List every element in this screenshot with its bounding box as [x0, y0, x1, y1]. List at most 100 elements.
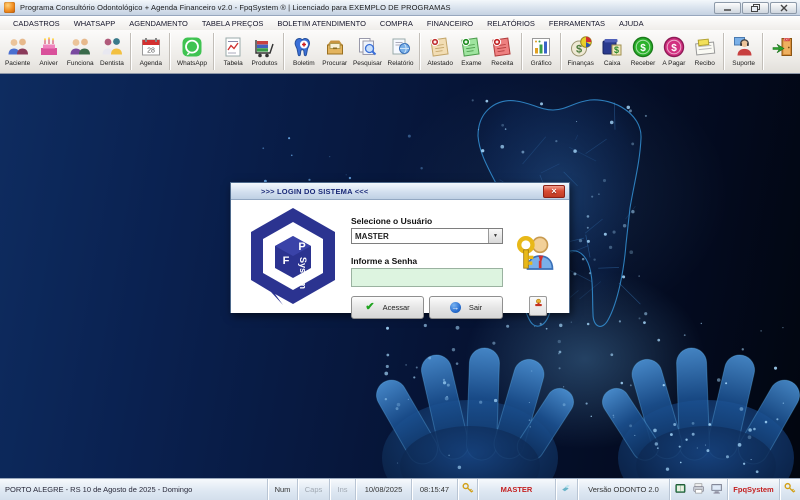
login-dialog-titlebar[interactable]: >>> LOGIN DO SISTEMA <<< ×	[231, 183, 569, 200]
toolbar-button-atestado[interactable]: Atestado	[424, 31, 456, 72]
application-window: Programa Consultório Odontológico + Agen…	[0, 0, 800, 500]
monitor-icon[interactable]	[710, 482, 724, 498]
status-time: 08:15:47	[412, 479, 458, 500]
key-icon	[458, 479, 478, 500]
svg-text:$: $	[671, 43, 677, 54]
birthday-icon	[36, 34, 61, 59]
toolbar-button-exame[interactable]: Exame	[456, 31, 487, 72]
restore-button[interactable]	[742, 2, 769, 14]
toolbar-button-procurar[interactable]: Procurar	[319, 31, 350, 72]
toolbar-button-produtos[interactable]: Produtos	[249, 31, 281, 72]
toolbar-label: Dentista	[100, 60, 124, 67]
close-button[interactable]	[770, 2, 797, 14]
toolbar-label: Paciente	[5, 60, 30, 67]
status-tools	[670, 479, 728, 500]
menu-item-tabela-pre-os[interactable]: TABELA PREÇOS	[195, 18, 271, 29]
toolbar-button-tabela[interactable]: Tabela	[218, 31, 249, 72]
toolbar-button-exit-door-icon[interactable]: EXIT	[767, 31, 798, 72]
menu-bar: CADASTROSWHATSAPPAGENDAMENTOTABELA PREÇO…	[0, 17, 800, 30]
exit-door-icon: EXIT	[770, 34, 795, 59]
user-select-label: Selecione o Usuário	[351, 216, 432, 226]
toolbar-button-whatsapp[interactable]: WhatsApp	[174, 31, 209, 72]
user-select-combobox[interactable]: MASTER ▼	[351, 228, 503, 244]
status-version: Versão ODONTO 2.0	[578, 479, 670, 500]
toolbar-label: Pesquisar	[353, 60, 382, 67]
toolbar-button-pesquisar[interactable]: Pesquisar	[350, 31, 384, 72]
toolbar-label: Atestado	[427, 60, 453, 67]
note-green-icon	[459, 34, 484, 59]
toolbar-button-receber[interactable]: $Receber	[628, 31, 659, 72]
menu-item-whatsapp[interactable]: WHATSAPP	[67, 18, 123, 29]
chevron-down-icon[interactable]: ▼	[488, 229, 502, 243]
login-close-button[interactable]: ×	[543, 185, 565, 198]
app-logo-icon	[4, 2, 15, 13]
toolbar-button-funciona[interactable]: Funciona	[64, 31, 96, 72]
report-icon	[388, 34, 413, 59]
toolbar-button-dentista[interactable]: Dentista	[97, 31, 128, 72]
dentist-icon	[99, 34, 124, 59]
toolbar-button-caixa[interactable]: $Caixa	[597, 31, 628, 72]
login-dialog: >>> LOGIN DO SISTEMA <<< × P F System Se…	[230, 182, 570, 313]
toolbar-button-aniver[interactable]: Aniver	[33, 31, 64, 72]
toolbar-label: Recibo	[695, 60, 715, 67]
search-docs-icon	[355, 34, 380, 59]
password-label: Informe a Senha	[351, 256, 417, 266]
toolbar-button-paciente[interactable]: Paciente	[2, 31, 33, 72]
change-password-button[interactable]	[529, 296, 547, 316]
toolbar-label: Receita	[491, 60, 513, 67]
toolbar-button-agenda[interactable]: 28 Agenda	[135, 31, 166, 72]
menu-item-agendamento[interactable]: AGENDAMENTO	[122, 18, 195, 29]
menu-item-relat-rios[interactable]: RELATÓRIOS	[480, 18, 542, 29]
toolbar-separator	[560, 33, 562, 70]
toolbar-button-recibo[interactable]: Recibo	[689, 31, 720, 72]
toolbar-label: Funciona	[67, 60, 94, 67]
toolbar-label: Boletim	[293, 60, 315, 67]
password-input[interactable]	[351, 268, 503, 287]
window-title: Programa Consultório Odontológico + Agen…	[20, 3, 451, 12]
svg-text:F: F	[283, 255, 290, 267]
toolbar-separator	[283, 33, 285, 70]
toolbar-separator	[723, 33, 725, 70]
coin-green-icon: $	[631, 34, 656, 59]
arrow-circle-icon: →	[450, 302, 461, 313]
toolbar-label: Aniver	[39, 60, 57, 67]
note-tan-icon	[428, 34, 453, 59]
user-select-value: MASTER	[352, 232, 488, 241]
menu-item-cadastros[interactable]: CADASTROS	[6, 18, 67, 29]
receipt-icon	[692, 34, 717, 59]
coin-pink-icon: $	[661, 34, 686, 59]
toolbar-label: Receber	[631, 60, 656, 67]
toolbar-button-suporte[interactable]: Suporte	[728, 31, 759, 72]
toolbar-button-relat-rio[interactable]: Relatório	[385, 31, 417, 72]
menu-item-ferramentas[interactable]: FERRAMENTAS	[542, 18, 612, 29]
toolbar-button-boletim[interactable]: Boletim	[288, 31, 319, 72]
printer-icon[interactable]	[692, 482, 706, 498]
toolbar: Paciente Aniver Funciona Dentista 28 Agenda Wh…	[0, 30, 800, 74]
toolbar-button-finan-as[interactable]: $Finanças	[565, 31, 597, 72]
note-red-icon	[490, 34, 515, 59]
menu-item-ajuda[interactable]: AJUDA	[612, 18, 651, 29]
status-location: PORTO ALEGRE - RS 10 de Agosto de 2025 -…	[0, 479, 268, 500]
menu-item-compra[interactable]: COMPRA	[373, 18, 420, 29]
key-icon	[780, 479, 800, 500]
toolbar-button-receita[interactable]: Receita	[487, 31, 518, 72]
access-button[interactable]: ✔ Acessar	[351, 296, 424, 319]
change-password-icon	[532, 297, 545, 316]
checkmark-icon: ✔	[365, 302, 374, 313]
toolbar-button-a-pagar[interactable]: $A Pagar	[658, 31, 689, 72]
toolbar-label: Agenda	[140, 60, 162, 67]
exit-button[interactable]: → Sair	[429, 296, 503, 319]
book-icon[interactable]	[674, 482, 688, 498]
tooth-bulletin-icon	[291, 34, 316, 59]
menu-item-boletim-atendimento[interactable]: BOLETIM ATENDIMENTO	[270, 18, 372, 29]
toolbar-label: Procurar	[322, 60, 347, 67]
minimize-button[interactable]	[714, 2, 741, 14]
status-brand: FpqSystem	[728, 479, 780, 500]
toolbar-button-gr-fico[interactable]: Gráfico	[526, 31, 557, 72]
fpqsystem-logo: P F System	[245, 206, 341, 308]
svg-text:28: 28	[147, 47, 155, 54]
menu-item-financeiro[interactable]: FINANCEIRO	[420, 18, 480, 29]
patients-icon	[5, 34, 30, 59]
cashbox-icon: $	[600, 34, 625, 59]
toolbar-label: Relatório	[388, 60, 414, 67]
